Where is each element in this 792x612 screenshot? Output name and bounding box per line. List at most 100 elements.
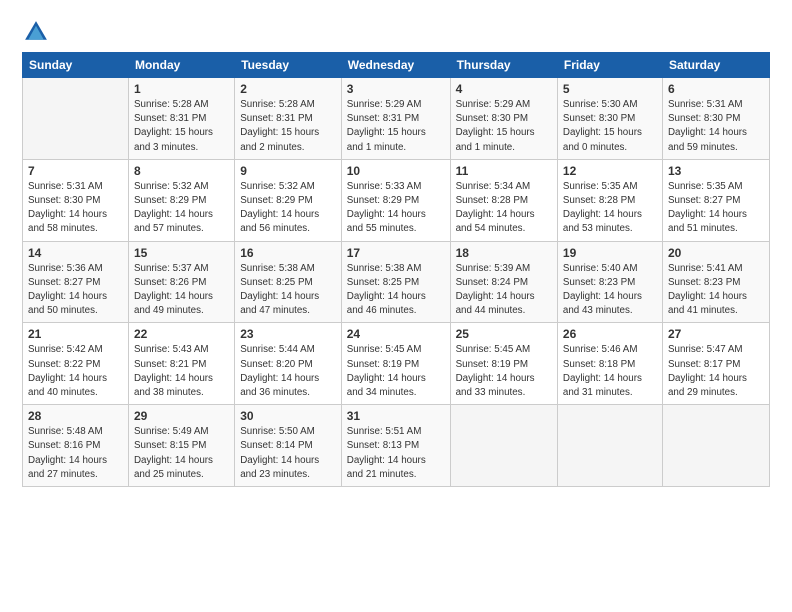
weekday-header-wednesday: Wednesday <box>341 53 450 78</box>
day-info: Sunrise: 5:33 AM Sunset: 8:29 PM Dayligh… <box>347 180 445 237</box>
week-row-2: 7 Sunrise: 5:31 AM Sunset: 8:30 PM Daylig… <box>23 159 770 241</box>
day-number: 3 <box>347 82 445 96</box>
day-number: 6 <box>668 82 764 96</box>
weekday-header-row: SundayMondayTuesdayWednesdayThursdayFrid… <box>23 53 770 78</box>
calendar-cell: 31 Sunrise: 5:51 AM Sunset: 8:13 PM Dayli… <box>341 405 450 487</box>
calendar-cell: 13 Sunrise: 5:35 AM Sunset: 8:27 PM Dayli… <box>662 159 769 241</box>
calendar-cell: 23 Sunrise: 5:44 AM Sunset: 8:20 PM Dayli… <box>235 323 342 405</box>
day-info: Sunrise: 5:30 AM Sunset: 8:30 PM Dayligh… <box>563 98 657 155</box>
day-number: 30 <box>240 409 336 423</box>
weekday-header-saturday: Saturday <box>662 53 769 78</box>
header <box>22 18 770 46</box>
calendar-cell: 19Sunrise: 5:40 AM Sunset: 8:23 PM Dayli… <box>557 241 662 323</box>
calendar-cell: 17 Sunrise: 5:38 AM Sunset: 8:25 PM Dayli… <box>341 241 450 323</box>
calendar-cell: 25 Sunrise: 5:45 AM Sunset: 8:19 PM Dayli… <box>450 323 557 405</box>
calendar-cell: 24 Sunrise: 5:45 AM Sunset: 8:19 PM Dayli… <box>341 323 450 405</box>
day-info: Sunrise: 5:35 AM Sunset: 8:27 PM Dayligh… <box>668 180 764 237</box>
calendar-cell: 21Sunrise: 5:42 AM Sunset: 8:22 PM Dayli… <box>23 323 129 405</box>
week-row-5: 28 Sunrise: 5:48 AM Sunset: 8:16 PM Dayli… <box>23 405 770 487</box>
day-info: Sunrise: 5:44 AM Sunset: 8:20 PM Dayligh… <box>240 343 336 400</box>
day-info: Sunrise: 5:36 AM Sunset: 8:27 PM Dayligh… <box>28 262 123 319</box>
week-row-4: 21Sunrise: 5:42 AM Sunset: 8:22 PM Dayli… <box>23 323 770 405</box>
calendar-cell: 14Sunrise: 5:36 AM Sunset: 8:27 PM Dayli… <box>23 241 129 323</box>
day-number: 31 <box>347 409 445 423</box>
calendar-cell: 26 Sunrise: 5:46 AM Sunset: 8:18 PM Dayli… <box>557 323 662 405</box>
calendar-header: SundayMondayTuesdayWednesdayThursdayFrid… <box>23 53 770 78</box>
logo-icon <box>22 18 50 46</box>
calendar-cell: 4Sunrise: 5:29 AM Sunset: 8:30 PM Daylig… <box>450 78 557 160</box>
day-number: 23 <box>240 327 336 341</box>
day-info: Sunrise: 5:38 AM Sunset: 8:25 PM Dayligh… <box>347 262 445 319</box>
day-number: 26 <box>563 327 657 341</box>
calendar-cell: 18 Sunrise: 5:39 AM Sunset: 8:24 PM Dayli… <box>450 241 557 323</box>
day-number: 7 <box>28 164 123 178</box>
day-info: Sunrise: 5:34 AM Sunset: 8:28 PM Dayligh… <box>456 180 552 237</box>
day-number: 1 <box>134 82 229 96</box>
day-info: Sunrise: 5:51 AM Sunset: 8:13 PM Dayligh… <box>347 425 445 482</box>
calendar-cell: 10Sunrise: 5:33 AM Sunset: 8:29 PM Dayli… <box>341 159 450 241</box>
calendar-cell <box>450 405 557 487</box>
day-info: Sunrise: 5:46 AM Sunset: 8:18 PM Dayligh… <box>563 343 657 400</box>
weekday-header-thursday: Thursday <box>450 53 557 78</box>
day-info: Sunrise: 5:47 AM Sunset: 8:17 PM Dayligh… <box>668 343 764 400</box>
calendar-cell: 28 Sunrise: 5:48 AM Sunset: 8:16 PM Dayli… <box>23 405 129 487</box>
calendar-cell: 8Sunrise: 5:32 AM Sunset: 8:29 PM Daylig… <box>128 159 234 241</box>
day-number: 20 <box>668 246 764 260</box>
day-info: Sunrise: 5:39 AM Sunset: 8:24 PM Dayligh… <box>456 262 552 319</box>
day-number: 24 <box>347 327 445 341</box>
day-number: 13 <box>668 164 764 178</box>
calendar-cell: 11 Sunrise: 5:34 AM Sunset: 8:28 PM Dayli… <box>450 159 557 241</box>
calendar-table: SundayMondayTuesdayWednesdayThursdayFrid… <box>22 52 770 487</box>
calendar-cell: 9 Sunrise: 5:32 AM Sunset: 8:29 PM Daylig… <box>235 159 342 241</box>
day-number: 25 <box>456 327 552 341</box>
calendar-cell: 27 Sunrise: 5:47 AM Sunset: 8:17 PM Dayli… <box>662 323 769 405</box>
calendar-cell: 2Sunrise: 5:28 AM Sunset: 8:31 PM Daylig… <box>235 78 342 160</box>
calendar-cell: 16 Sunrise: 5:38 AM Sunset: 8:25 PM Dayli… <box>235 241 342 323</box>
calendar-cell: 7 Sunrise: 5:31 AM Sunset: 8:30 PM Daylig… <box>23 159 129 241</box>
calendar-cell <box>662 405 769 487</box>
calendar-cell <box>23 78 129 160</box>
day-number: 21 <box>28 327 123 341</box>
day-number: 9 <box>240 164 336 178</box>
logo <box>22 18 54 46</box>
calendar-cell: 12Sunrise: 5:35 AM Sunset: 8:28 PM Dayli… <box>557 159 662 241</box>
day-info: Sunrise: 5:45 AM Sunset: 8:19 PM Dayligh… <box>456 343 552 400</box>
day-number: 22 <box>134 327 229 341</box>
day-info: Sunrise: 5:48 AM Sunset: 8:16 PM Dayligh… <box>28 425 123 482</box>
day-info: Sunrise: 5:41 AM Sunset: 8:23 PM Dayligh… <box>668 262 764 319</box>
calendar-cell: 3 Sunrise: 5:29 AM Sunset: 8:31 PM Daylig… <box>341 78 450 160</box>
weekday-header-sunday: Sunday <box>23 53 129 78</box>
day-info: Sunrise: 5:45 AM Sunset: 8:19 PM Dayligh… <box>347 343 445 400</box>
day-number: 28 <box>28 409 123 423</box>
day-info: Sunrise: 5:28 AM Sunset: 8:31 PM Dayligh… <box>240 98 336 155</box>
day-info: Sunrise: 5:35 AM Sunset: 8:28 PM Dayligh… <box>563 180 657 237</box>
day-info: Sunrise: 5:28 AM Sunset: 8:31 PM Dayligh… <box>134 98 229 155</box>
day-number: 29 <box>134 409 229 423</box>
week-row-3: 14Sunrise: 5:36 AM Sunset: 8:27 PM Dayli… <box>23 241 770 323</box>
day-info: Sunrise: 5:38 AM Sunset: 8:25 PM Dayligh… <box>240 262 336 319</box>
day-info: Sunrise: 5:37 AM Sunset: 8:26 PM Dayligh… <box>134 262 229 319</box>
day-number: 4 <box>456 82 552 96</box>
week-row-1: 1 Sunrise: 5:28 AM Sunset: 8:31 PM Daylig… <box>23 78 770 160</box>
calendar-cell: 5 Sunrise: 5:30 AM Sunset: 8:30 PM Daylig… <box>557 78 662 160</box>
day-number: 5 <box>563 82 657 96</box>
calendar-body: 1 Sunrise: 5:28 AM Sunset: 8:31 PM Daylig… <box>23 78 770 487</box>
day-number: 18 <box>456 246 552 260</box>
calendar-cell: 6Sunrise: 5:31 AM Sunset: 8:30 PM Daylig… <box>662 78 769 160</box>
calendar-cell: 15Sunrise: 5:37 AM Sunset: 8:26 PM Dayli… <box>128 241 234 323</box>
day-number: 27 <box>668 327 764 341</box>
weekday-header-monday: Monday <box>128 53 234 78</box>
day-info: Sunrise: 5:32 AM Sunset: 8:29 PM Dayligh… <box>134 180 229 237</box>
day-number: 19 <box>563 246 657 260</box>
day-info: Sunrise: 5:29 AM Sunset: 8:31 PM Dayligh… <box>347 98 445 155</box>
day-info: Sunrise: 5:43 AM Sunset: 8:21 PM Dayligh… <box>134 343 229 400</box>
calendar-cell: 30 Sunrise: 5:50 AM Sunset: 8:14 PM Dayli… <box>235 405 342 487</box>
page: SundayMondayTuesdayWednesdayThursdayFrid… <box>0 0 792 612</box>
day-number: 17 <box>347 246 445 260</box>
day-info: Sunrise: 5:50 AM Sunset: 8:14 PM Dayligh… <box>240 425 336 482</box>
day-info: Sunrise: 5:32 AM Sunset: 8:29 PM Dayligh… <box>240 180 336 237</box>
day-number: 16 <box>240 246 336 260</box>
calendar-cell: 29Sunrise: 5:49 AM Sunset: 8:15 PM Dayli… <box>128 405 234 487</box>
day-info: Sunrise: 5:31 AM Sunset: 8:30 PM Dayligh… <box>28 180 123 237</box>
day-number: 11 <box>456 164 552 178</box>
